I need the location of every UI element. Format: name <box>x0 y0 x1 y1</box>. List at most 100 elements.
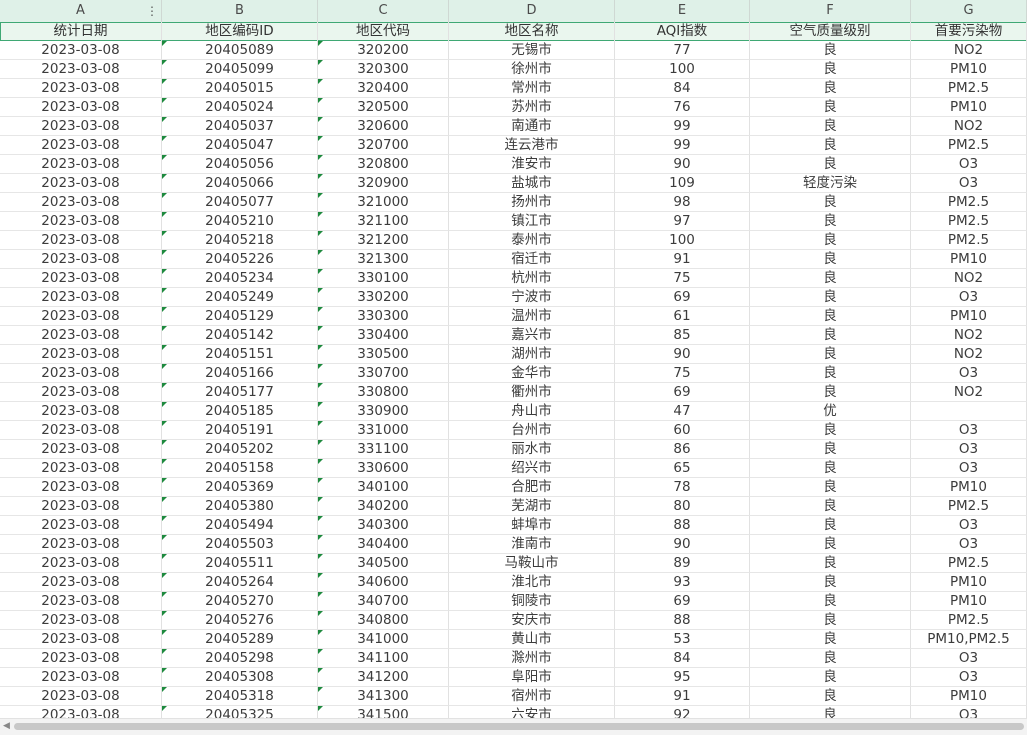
table-cell[interactable]: 2023-03-08 <box>0 573 162 592</box>
table-cell[interactable]: 2023-03-08 <box>0 592 162 611</box>
table-cell[interactable]: 20405369 <box>162 478 318 497</box>
table-cell[interactable]: 330900 <box>318 402 449 421</box>
table-cell[interactable]: PM10 <box>911 307 1027 326</box>
table-cell[interactable]: 宁波市 <box>449 288 615 307</box>
table-cell[interactable]: 330200 <box>318 288 449 307</box>
table-cell[interactable]: 徐州市 <box>449 60 615 79</box>
table-cell[interactable]: O3 <box>911 516 1027 535</box>
table-cell[interactable]: O3 <box>911 535 1027 554</box>
table-cell[interactable]: 20405077 <box>162 193 318 212</box>
table-cell[interactable]: 湖州市 <box>449 345 615 364</box>
table-cell[interactable]: 20405151 <box>162 345 318 364</box>
table-cell[interactable]: 良 <box>750 440 911 459</box>
table-cell[interactable]: 芜湖市 <box>449 497 615 516</box>
table-cell[interactable]: 2023-03-08 <box>0 516 162 535</box>
table-cell[interactable]: 2023-03-08 <box>0 364 162 383</box>
table-cell[interactable]: 2023-03-08 <box>0 79 162 98</box>
table-cell[interactable]: 2023-03-08 <box>0 41 162 60</box>
header-cell[interactable]: 地区编码ID <box>162 22 318 41</box>
column-letter-b[interactable]: B <box>162 0 318 22</box>
table-cell[interactable]: 良 <box>750 212 911 231</box>
table-cell[interactable]: 77 <box>615 41 750 60</box>
table-cell[interactable]: 80 <box>615 497 750 516</box>
table-cell[interactable]: 20405056 <box>162 155 318 174</box>
table-cell[interactable]: 南通市 <box>449 117 615 136</box>
table-cell[interactable]: 良 <box>750 535 911 554</box>
table-cell[interactable]: 安庆市 <box>449 611 615 630</box>
table-cell[interactable]: 20405270 <box>162 592 318 611</box>
table-cell[interactable]: 341300 <box>318 687 449 706</box>
table-cell[interactable]: 330400 <box>318 326 449 345</box>
table-cell[interactable]: 65 <box>615 459 750 478</box>
table-cell[interactable]: 100 <box>615 60 750 79</box>
table-cell[interactable]: 60 <box>615 421 750 440</box>
table-cell[interactable]: O3 <box>911 288 1027 307</box>
table-cell[interactable]: 2023-03-08 <box>0 174 162 193</box>
table-cell[interactable]: 良 <box>750 516 911 535</box>
table-cell[interactable]: 20405015 <box>162 79 318 98</box>
table-cell[interactable]: 75 <box>615 364 750 383</box>
table-cell[interactable]: 轻度污染 <box>750 174 911 193</box>
table-cell[interactable]: 99 <box>615 117 750 136</box>
table-cell[interactable]: 69 <box>615 592 750 611</box>
table-cell[interactable]: 无锡市 <box>449 41 615 60</box>
table-cell[interactable]: 330300 <box>318 307 449 326</box>
table-cell[interactable]: NO2 <box>911 383 1027 402</box>
table-cell[interactable]: 良 <box>750 98 911 117</box>
table-cell[interactable]: 2023-03-08 <box>0 497 162 516</box>
table-cell[interactable]: 61 <box>615 307 750 326</box>
column-letter-c[interactable]: C <box>318 0 449 22</box>
table-cell[interactable]: 六安市 <box>449 706 615 718</box>
table-cell[interactable]: 330800 <box>318 383 449 402</box>
table-cell[interactable]: 2023-03-08 <box>0 60 162 79</box>
table-cell[interactable]: 98 <box>615 193 750 212</box>
table-cell[interactable]: 2023-03-08 <box>0 687 162 706</box>
table-cell[interactable]: 良 <box>750 345 911 364</box>
scrollbar-thumb[interactable] <box>14 723 1024 730</box>
table-cell[interactable]: 舟山市 <box>449 402 615 421</box>
table-cell[interactable]: 20405325 <box>162 706 318 718</box>
table-cell[interactable]: 69 <box>615 383 750 402</box>
table-cell[interactable] <box>911 402 1027 421</box>
table-cell[interactable]: O3 <box>911 706 1027 718</box>
table-cell[interactable]: 86 <box>615 440 750 459</box>
table-cell[interactable]: 341500 <box>318 706 449 718</box>
table-cell[interactable]: 20405234 <box>162 269 318 288</box>
table-cell[interactable]: 良 <box>750 478 911 497</box>
header-cell[interactable]: 空气质量级别 <box>750 22 911 41</box>
table-cell[interactable]: 20405276 <box>162 611 318 630</box>
table-cell[interactable]: 90 <box>615 345 750 364</box>
table-cell[interactable]: 2023-03-08 <box>0 231 162 250</box>
table-cell[interactable]: PM2.5 <box>911 611 1027 630</box>
table-cell[interactable]: O3 <box>911 440 1027 459</box>
table-cell[interactable]: 2023-03-08 <box>0 459 162 478</box>
table-cell[interactable]: 2023-03-08 <box>0 193 162 212</box>
table-cell[interactable]: 20405185 <box>162 402 318 421</box>
table-cell[interactable]: 滁州市 <box>449 649 615 668</box>
table-cell[interactable]: 良 <box>750 136 911 155</box>
table-cell[interactable]: 2023-03-08 <box>0 250 162 269</box>
table-cell[interactable]: 20405202 <box>162 440 318 459</box>
table-cell[interactable]: 20405318 <box>162 687 318 706</box>
table-cell[interactable]: 20405129 <box>162 307 318 326</box>
table-cell[interactable]: 2023-03-08 <box>0 421 162 440</box>
table-cell[interactable]: 340600 <box>318 573 449 592</box>
table-cell[interactable]: 泰州市 <box>449 231 615 250</box>
table-cell[interactable]: 盐城市 <box>449 174 615 193</box>
table-cell[interactable]: 良 <box>750 497 911 516</box>
table-cell[interactable]: O3 <box>911 421 1027 440</box>
table-cell[interactable]: 76 <box>615 98 750 117</box>
table-cell[interactable]: 2023-03-08 <box>0 288 162 307</box>
table-cell[interactable]: 宿州市 <box>449 687 615 706</box>
table-cell[interactable]: 良 <box>750 288 911 307</box>
table-cell[interactable]: 20405308 <box>162 668 318 687</box>
table-cell[interactable]: 84 <box>615 649 750 668</box>
table-cell[interactable]: 良 <box>750 668 911 687</box>
table-cell[interactable]: 连云港市 <box>449 136 615 155</box>
table-cell[interactable]: 340400 <box>318 535 449 554</box>
table-cell[interactable]: 2023-03-08 <box>0 649 162 668</box>
table-cell[interactable]: 2023-03-08 <box>0 440 162 459</box>
table-cell[interactable]: 丽水市 <box>449 440 615 459</box>
table-cell[interactable]: 2023-03-08 <box>0 212 162 231</box>
table-cell[interactable]: 90 <box>615 535 750 554</box>
